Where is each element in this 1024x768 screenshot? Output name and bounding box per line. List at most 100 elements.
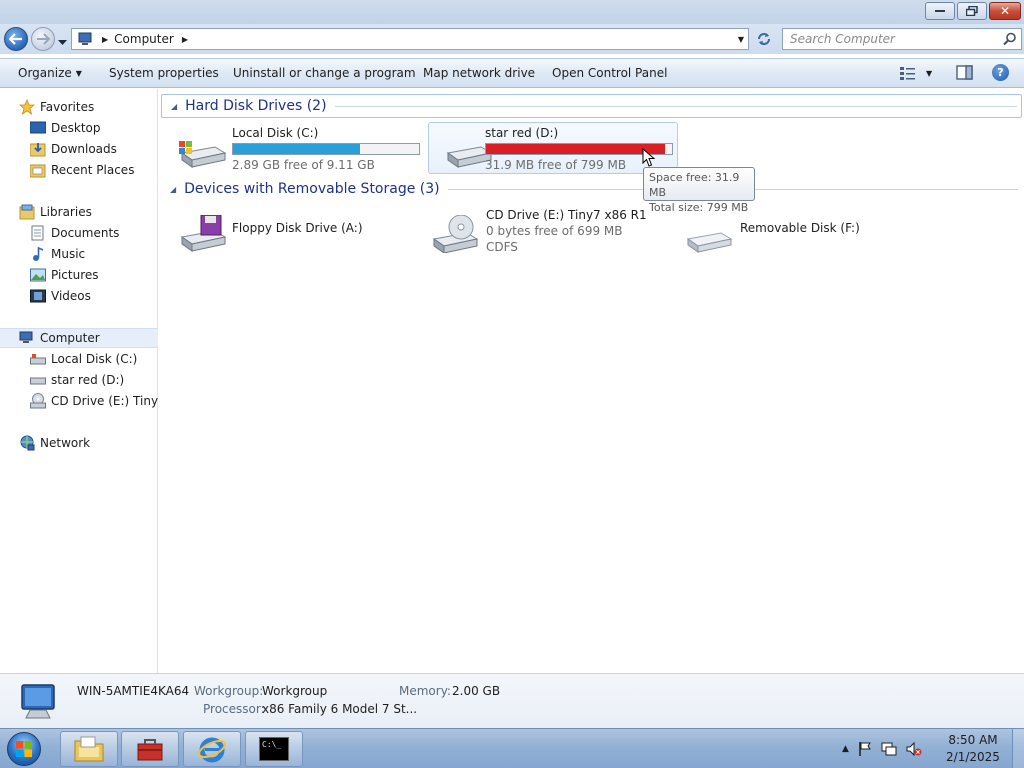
music-icon [30,246,46,262]
title-bar: ✕ [0,0,1024,24]
clock-time: 8:50 AM [948,733,998,747]
library-icon [19,204,35,220]
minimize-icon [935,10,945,12]
nav-local-disk-c[interactable]: Local Disk (C:) [0,349,158,369]
nav-label: Documents [51,226,120,240]
star-icon [19,99,35,115]
refresh-button[interactable] [752,28,776,50]
collapse-triangle-icon[interactable]: ◢ [171,102,177,111]
search-box[interactable] [782,28,1022,50]
network-status-icon[interactable] [881,741,897,757]
computer-icon [21,684,55,719]
address-dropdown-icon[interactable]: ▼ [738,35,744,44]
nav-cd-drive-e[interactable]: CD Drive (E:) Tiny7 x [0,391,177,411]
nav-label: Desktop [51,121,101,135]
details-pane: WIN-5AMTIE4KA64 Workgroup: Workgroup Mem… [0,673,1024,728]
map-network-drive-button[interactable]: Map network drive [423,66,535,80]
recent-locations-button[interactable] [58,35,68,45]
group-title: Hard Disk Drives (2) [185,98,327,114]
breadcrumb-computer[interactable]: Computer [114,32,174,46]
taskbar-toolbox-button[interactable] [121,731,179,767]
hard-drive-icon [30,372,46,388]
nav-videos[interactable]: Videos [0,286,158,306]
close-button[interactable]: ✕ [989,2,1021,20]
nav-music[interactable]: Music [0,244,158,264]
nav-computer[interactable]: Computer [0,328,158,348]
back-button[interactable] [4,27,28,51]
taskbar-explorer-button[interactable] [60,731,118,767]
windows-flag-icon [16,741,32,757]
taskbar-cmd-button[interactable]: C:\_ [245,731,303,767]
preview-pane-button[interactable] [956,65,974,84]
group-header-hard-disks[interactable]: ◢ Hard Disk Drives (2) [161,94,1022,118]
computer-icon [78,32,92,45]
collapse-triangle-icon[interactable]: ◢ [170,185,176,194]
nav-desktop[interactable]: Desktop [0,118,158,138]
preview-pane-icon [956,65,973,80]
nav-label: Music [51,247,86,261]
help-button[interactable]: ? [992,64,1009,81]
nav-label: Recent Places [51,163,135,177]
taskbar-ie-button[interactable] [183,731,241,767]
restore-button[interactable] [957,2,987,20]
drive-tile-c[interactable]: Local Disk (C:) 2.89 GB free of 9.11 GB [161,123,420,175]
start-button[interactable] [4,730,44,768]
network-icon [19,435,35,451]
content-pane: ◢ Hard Disk Drives (2) Local Disk (C:) 2… [159,89,1024,673]
minimize-button[interactable] [925,2,955,20]
nav-label: Local Disk (C:) [51,352,138,366]
change-view-button[interactable]: ▼ [900,64,940,82]
drive-name: Floppy Disk Drive (A:) [232,221,363,235]
uninstall-program-button[interactable]: Uninstall or change a program [233,66,416,80]
drive-name: star red (D:) [485,126,559,140]
nav-label: CD Drive (E:) Tiny7 x [51,394,177,408]
nav-label: Network [40,436,91,450]
drive-free-space: 31.9 MB free of 799 MB [485,158,627,172]
forward-arrow-icon [37,33,50,45]
computer-icon [19,330,35,346]
open-control-panel-button[interactable]: Open Control Panel [552,66,667,80]
drive-free-space: 0 bytes free of 699 MB [486,224,623,238]
address-bar[interactable]: ▶ Computer ▶ ▼ [71,28,749,50]
nav-pictures[interactable]: Pictures [0,265,158,285]
nav-documents[interactable]: Documents [0,223,158,243]
show-hidden-icons-button[interactable]: ▲ [842,744,849,754]
processor-label: Processor: [203,702,265,716]
floppy-icon [180,215,227,252]
memory-label: Memory: [399,684,451,698]
nav-downloads[interactable]: Downloads [0,139,158,159]
organize-menu[interactable]: Organize ▼ [18,66,82,80]
computer-name: WIN-5AMTIE4KA64 [77,684,190,698]
nav-libraries[interactable]: Libraries [0,202,158,222]
drive-tile-d[interactable]: star red (D:) 31.9 MB free of 799 MB [428,122,678,174]
nav-recent-places[interactable]: Recent Places [0,160,158,180]
folder-icon [74,736,104,762]
nav-star-red-d[interactable]: star red (D:) [0,370,158,390]
hard-drive-icon [30,351,46,367]
nav-network[interactable]: Network [0,433,158,453]
breadcrumb-chevron-icon[interactable]: ▶ [182,35,188,44]
mouse-cursor-icon [642,148,656,167]
organize-label: Organize [18,66,72,80]
drive-tile-e[interactable]: CD Drive (E:) Tiny7 x86 R1 0 bytes free … [415,205,665,257]
internet-explorer-icon [198,737,226,763]
search-input[interactable] [783,32,993,46]
action-center-flag-icon[interactable] [858,741,872,757]
drive-free-space: 2.89 GB free of 9.11 GB [232,158,375,172]
forward-button[interactable] [31,27,55,51]
nav-label: star red (D:) [51,373,125,387]
volume-muted-icon[interactable] [906,741,922,757]
system-properties-button[interactable]: System properties [109,66,219,80]
system-clock[interactable]: 8:50 AM 2/1/2025 [942,732,1004,766]
cd-drive-icon [30,393,46,409]
nav-label: Libraries [40,205,92,219]
nav-favorites[interactable]: Favorites [0,97,158,117]
videos-icon [30,288,46,304]
show-desktop-button[interactable] [1012,729,1024,768]
group-header-removable[interactable]: ◢ Devices with Removable Storage (3) [161,177,1022,201]
view-tiles-icon [900,67,915,80]
search-icon[interactable] [1003,32,1017,46]
downloads-folder-icon [30,141,46,157]
chevron-down-icon: ▼ [75,69,82,78]
drive-tile-a[interactable]: Floppy Disk Drive (A:) [161,205,411,257]
